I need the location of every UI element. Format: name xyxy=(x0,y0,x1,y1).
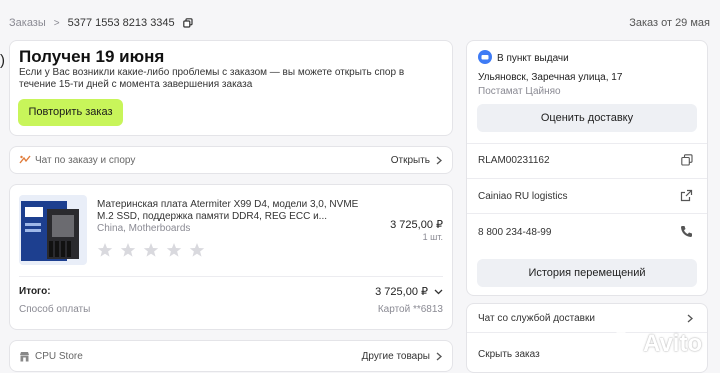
divider xyxy=(19,276,443,277)
watermark-text: Avito xyxy=(643,330,703,357)
tracking-number: RLAM00231162 xyxy=(478,155,550,166)
store-name: CPU Store xyxy=(35,351,83,362)
external-link-icon[interactable] xyxy=(680,189,693,202)
phone-icon[interactable] xyxy=(680,225,693,238)
order-number: 5377 1553 8213 3345 xyxy=(67,17,175,29)
delivery-card: В пункт выдачи Ульяновск, Заречная улица… xyxy=(466,40,708,296)
avito-watermark: Avito xyxy=(612,330,702,358)
rating-stars[interactable] xyxy=(97,242,205,258)
carrier-phone[interactable]: 8 800 234-48-99 xyxy=(478,227,551,238)
product-card: Материнская плата Atermiter X99 D4, моде… xyxy=(9,184,453,330)
product-origin: China, Motherboards xyxy=(97,223,191,234)
store-icon xyxy=(19,351,30,362)
breadcrumb-separator: > xyxy=(53,17,60,29)
pickup-point: Постамат Цайняо xyxy=(478,86,561,97)
side-mark: ) xyxy=(0,52,5,69)
copy-icon[interactable] xyxy=(681,154,693,166)
delivery-chat-link[interactable]: Чат со службой доставки xyxy=(478,313,595,324)
divider xyxy=(467,213,707,214)
chat-open-link[interactable]: Открыть xyxy=(391,155,430,166)
total-label: Итого: xyxy=(19,286,51,297)
rate-delivery-button[interactable]: Оценить доставку xyxy=(477,104,697,132)
star-icon[interactable] xyxy=(166,242,182,258)
pickup-icon xyxy=(478,50,492,64)
total-value[interactable]: 3 725,00 ₽ xyxy=(375,285,443,298)
status-description: Если у Вас возникли какие-либо проблемы … xyxy=(19,67,405,90)
chat-icon xyxy=(19,155,31,165)
product-image[interactable] xyxy=(19,195,87,265)
divider xyxy=(467,178,707,179)
payment-label: Способ оплаты xyxy=(19,304,91,315)
product-price: 3 725,00 ₽ xyxy=(390,219,443,231)
chat-label: Чат по заказу и спору xyxy=(35,155,136,166)
history-button[interactable]: История перемещений xyxy=(477,259,697,287)
product-title[interactable]: Материнская плата Atermiter X99 D4, моде… xyxy=(97,199,367,223)
other-products-link[interactable]: Другие товары xyxy=(362,351,430,362)
product-quantity: 1 шт. xyxy=(422,232,443,242)
status-title: Получен 19 июня xyxy=(19,47,165,66)
delivery-address: Ульяновск, Заречная улица, 17 xyxy=(478,72,623,83)
order-date: Заказ от 29 мая xyxy=(629,17,710,29)
star-icon[interactable] xyxy=(120,242,136,258)
breadcrumb: Заказы > 5377 1553 8213 3345 xyxy=(9,17,193,29)
avito-logo-icon xyxy=(613,330,638,357)
carrier-name: Cainiao RU logistics xyxy=(478,191,568,202)
star-icon[interactable] xyxy=(143,242,159,258)
star-icon[interactable] xyxy=(97,242,113,258)
hide-order-link[interactable]: Скрыть заказ xyxy=(478,349,540,360)
chevron-right-icon xyxy=(436,156,442,165)
delivery-type: В пункт выдачи xyxy=(497,53,569,64)
breadcrumb-orders-link[interactable]: Заказы xyxy=(9,17,46,29)
star-icon[interactable] xyxy=(189,242,205,258)
divider xyxy=(467,143,707,144)
store-card[interactable]: CPU Store Другие товары xyxy=(9,340,453,372)
chat-card[interactable]: Чат по заказу и спору Открыть xyxy=(9,146,453,174)
repeat-order-button[interactable]: Повторить заказ xyxy=(18,99,123,126)
payment-value: Картой **6813 xyxy=(377,304,443,315)
total-amount: 3 725,00 ₽ xyxy=(375,286,428,298)
chevron-right-icon xyxy=(687,314,693,323)
chevron-down-icon xyxy=(434,289,443,294)
status-card: Получен 19 июня Если у Вас возникли каки… xyxy=(9,40,453,136)
chevron-right-icon xyxy=(436,352,442,361)
copy-icon[interactable] xyxy=(182,18,193,28)
